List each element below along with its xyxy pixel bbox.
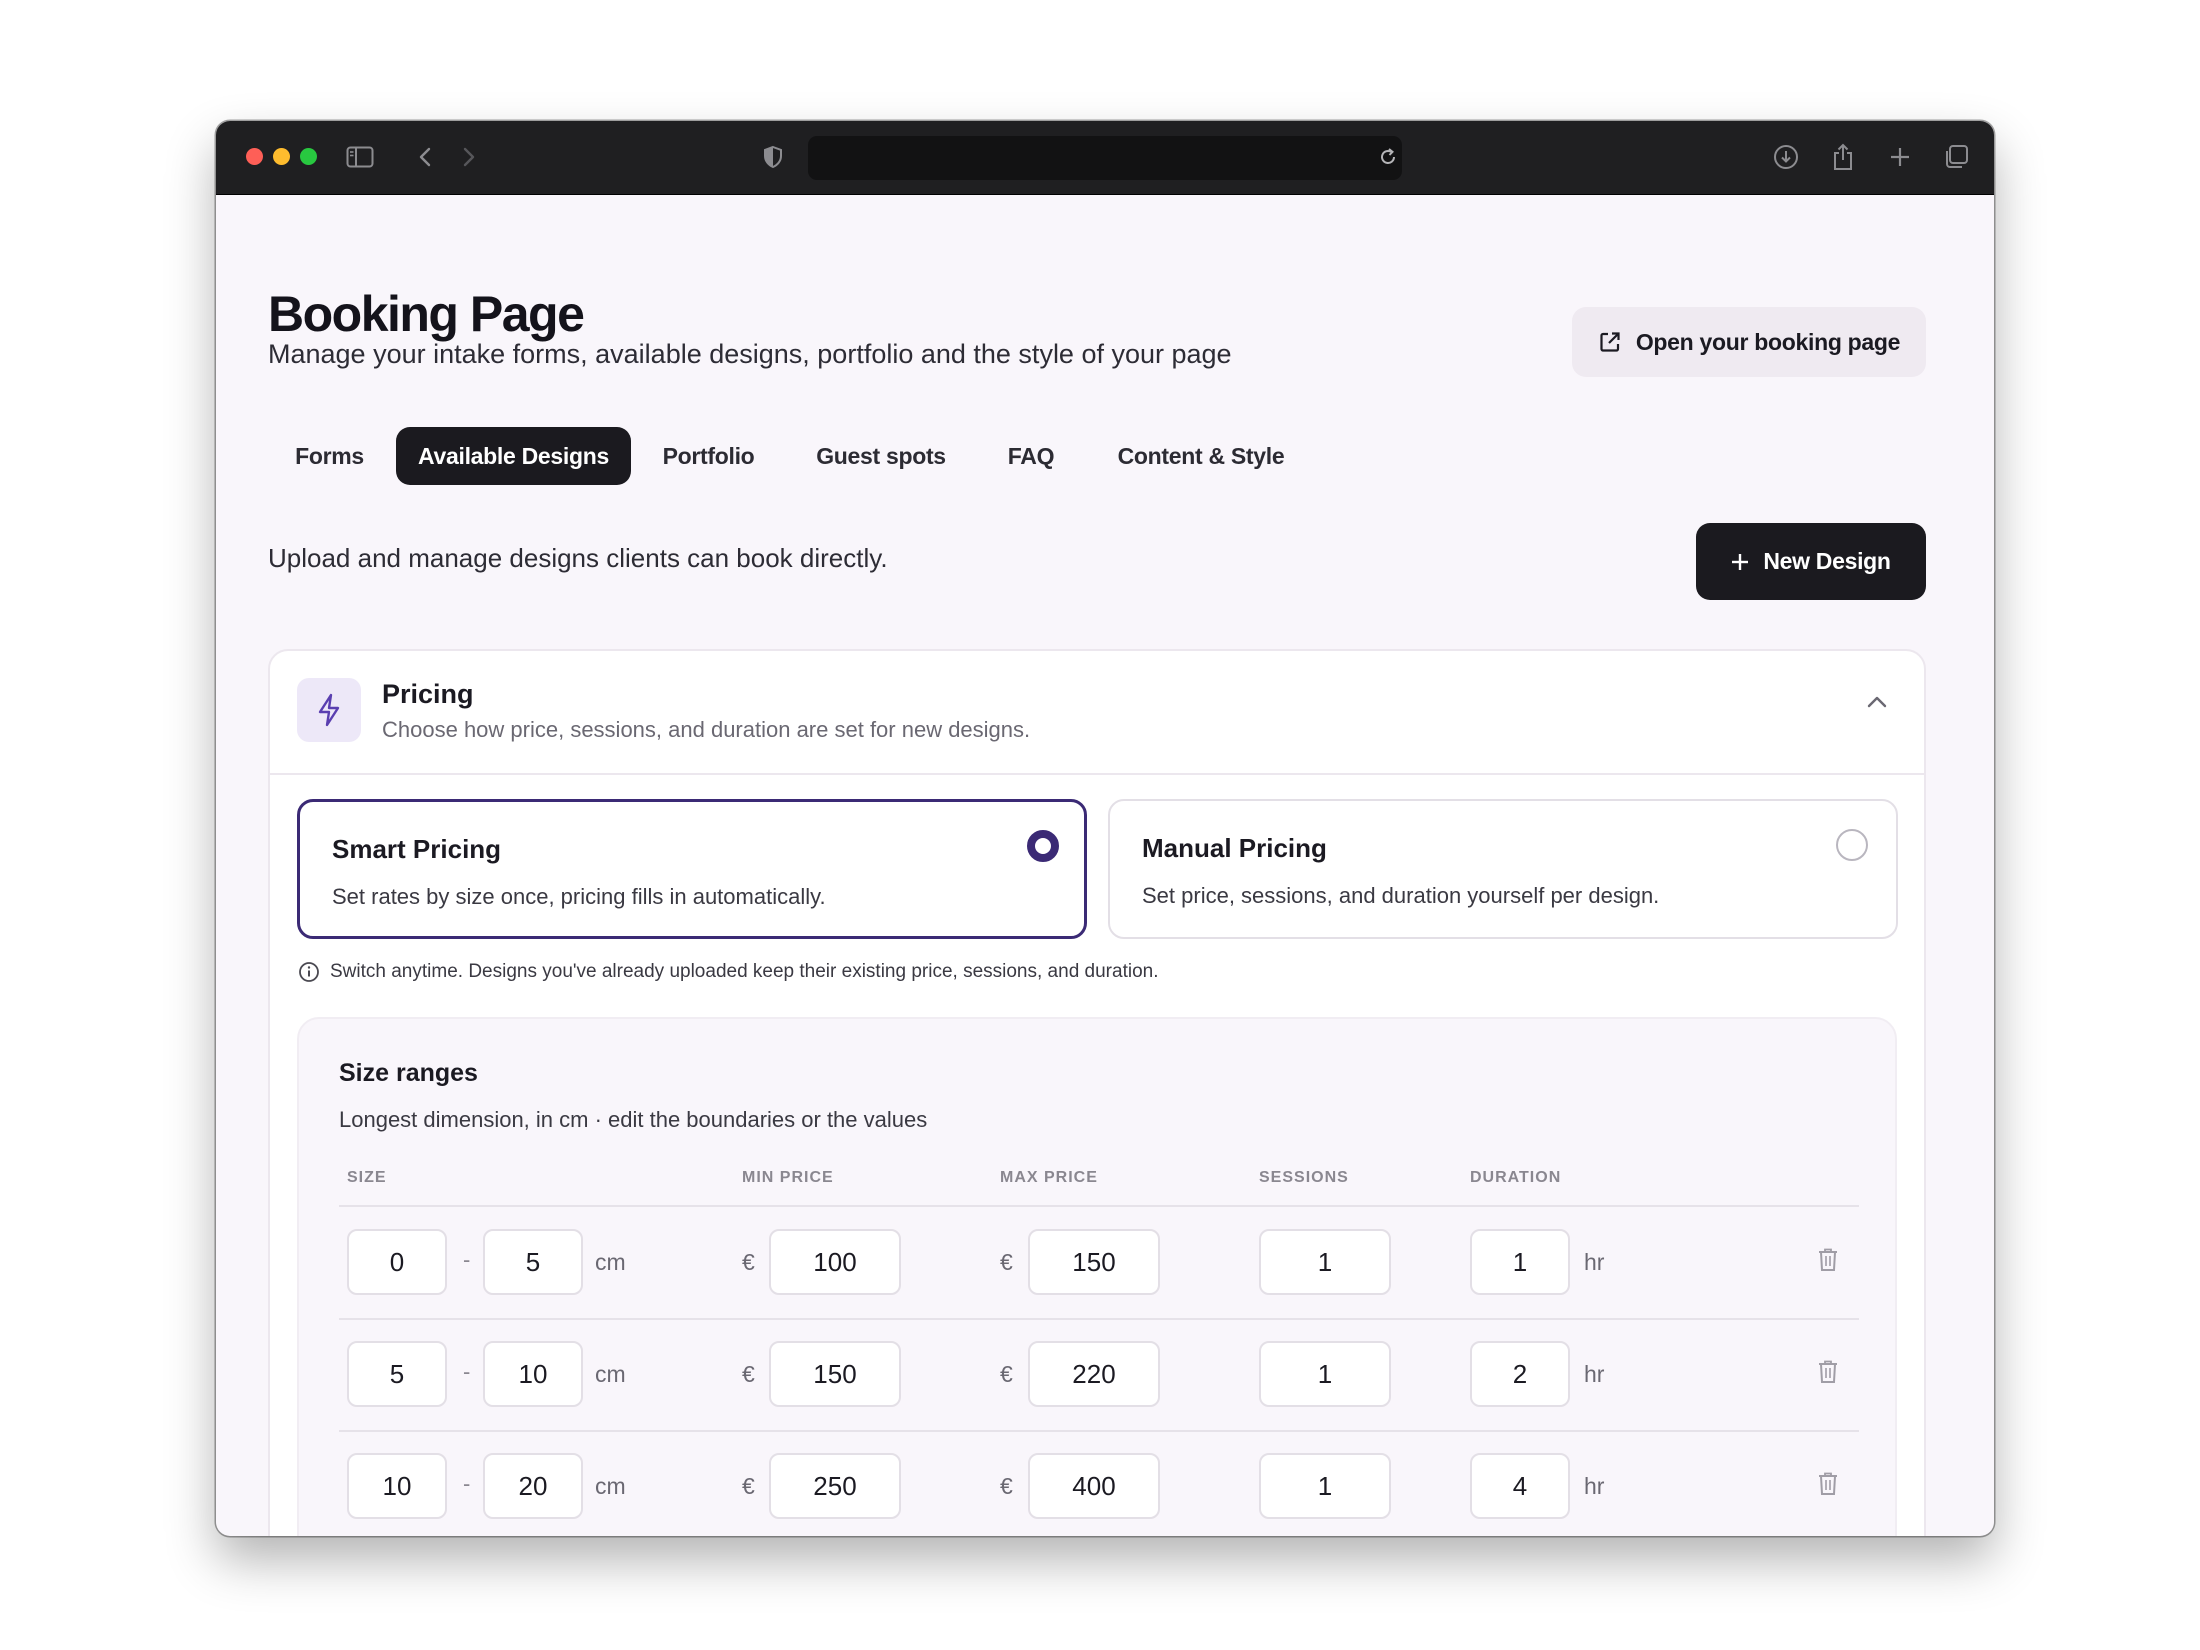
table-row: 0 - 5 cm € 100 € 150 1 1 hr (299, 1207, 1895, 1320)
max-price-input[interactable]: 220 (1028, 1341, 1160, 1407)
page-subtitle: Manage your intake forms, available desi… (268, 339, 1232, 369)
shield-icon[interactable] (758, 142, 788, 172)
sessions-input[interactable]: 1 (1259, 1453, 1391, 1519)
tab-portfolio[interactable]: Portfolio (631, 427, 786, 485)
forward-icon[interactable] (454, 142, 484, 172)
size-ranges-title: Size ranges (339, 1059, 478, 1087)
column-header-size: SIZE (347, 1169, 387, 1186)
plus-icon (1732, 553, 1749, 570)
minimize-window-button[interactable] (273, 148, 290, 165)
zoom-window-button[interactable] (300, 148, 317, 165)
back-icon[interactable] (410, 142, 440, 172)
smart-pricing-option[interactable]: Smart Pricing Set rates by size once, pr… (297, 799, 1087, 939)
currency-symbol: € (1000, 1473, 1013, 1499)
close-window-button[interactable] (246, 148, 263, 165)
tab-guest-spots[interactable]: Guest spots (786, 427, 976, 485)
currency-symbol: € (742, 1249, 755, 1275)
currency-symbol: € (1000, 1361, 1013, 1387)
new-design-button[interactable]: New Design (1696, 523, 1926, 600)
size-from-input[interactable]: 0 (347, 1229, 447, 1295)
tab-forms[interactable]: Forms (266, 427, 393, 485)
page-content: Booking Page Manage your intake forms, a… (216, 195, 1994, 1536)
min-price-input[interactable]: 150 (769, 1341, 901, 1407)
range-separator: - (463, 1471, 471, 1496)
duration-unit: hr (1584, 1249, 1605, 1275)
lightning-icon (297, 678, 361, 742)
min-price-input[interactable]: 100 (769, 1229, 901, 1295)
currency-symbol: € (742, 1473, 755, 1499)
tabs-overview-icon[interactable] (1941, 142, 1971, 172)
size-from-input[interactable]: 10 (347, 1453, 447, 1519)
column-header-duration: DURATION (1470, 1169, 1562, 1186)
new-design-label: New Design (1763, 548, 1891, 574)
section-description: Upload and manage designs clients can bo… (268, 543, 888, 573)
open-booking-page-label: Open your booking page (1635, 328, 1901, 355)
size-ranges-panel: Size ranges Longest dimension, in cm · e… (297, 1017, 1897, 1536)
pricing-subtitle: Choose how price, sessions, and duration… (382, 717, 1031, 742)
open-booking-page-button[interactable]: Open your booking page (1572, 307, 1926, 377)
page-title: Booking Page (268, 286, 585, 342)
manual-pricing-option[interactable]: Manual Pricing Set price, sessions, and … (1108, 799, 1898, 939)
browser-toolbar (216, 121, 1994, 195)
pricing-title: Pricing (382, 679, 474, 709)
min-price-input[interactable]: 250 (769, 1453, 901, 1519)
smart-pricing-radio[interactable] (1027, 830, 1059, 862)
duration-unit: hr (1584, 1361, 1605, 1387)
browser-window: Booking Page Manage your intake forms, a… (216, 121, 1994, 1536)
download-icon[interactable] (1771, 142, 1801, 172)
size-to-input[interactable]: 10 (483, 1341, 583, 1407)
tab-content-style[interactable]: Content & Style (1086, 427, 1316, 485)
table-row: 5 - 10 cm € 150 € 220 1 2 hr (299, 1319, 1895, 1432)
pricing-card: Pricing Choose how price, sessions, and … (268, 649, 1926, 1536)
sidebar-icon[interactable] (345, 142, 375, 172)
size-to-input[interactable]: 20 (483, 1453, 583, 1519)
duration-unit: hr (1584, 1473, 1605, 1499)
share-icon[interactable] (1828, 142, 1858, 172)
range-separator: - (463, 1359, 471, 1384)
manual-pricing-title: Manual Pricing (1142, 833, 1327, 863)
size-from-input[interactable]: 5 (347, 1341, 447, 1407)
new-tab-icon[interactable] (1885, 142, 1915, 172)
range-separator: - (463, 1247, 471, 1272)
tab-faq[interactable]: FAQ (976, 427, 1086, 485)
currency-symbol: € (1000, 1249, 1013, 1275)
pricing-note: Switch anytime. Designs you've already u… (298, 961, 1158, 983)
column-header-max-price: MAX PRICE (1000, 1169, 1098, 1186)
size-to-input[interactable]: 5 (483, 1229, 583, 1295)
manual-pricing-description: Set price, sessions, and duration yourse… (1142, 883, 1660, 908)
size-unit: cm (595, 1473, 626, 1499)
duration-input[interactable]: 4 (1470, 1453, 1570, 1519)
manual-pricing-radio[interactable] (1836, 829, 1868, 861)
chevron-up-icon[interactable] (1866, 695, 1888, 709)
info-icon (299, 962, 319, 982)
table-row: 10 - 20 cm € 250 € 400 1 4 hr (299, 1431, 1895, 1536)
size-unit: cm (595, 1361, 626, 1387)
address-bar[interactable] (808, 136, 1402, 180)
sessions-input[interactable]: 1 (1259, 1341, 1391, 1407)
external-link-icon (1600, 332, 1620, 352)
trash-icon[interactable] (1817, 1247, 1839, 1273)
max-price-input[interactable]: 150 (1028, 1229, 1160, 1295)
smart-pricing-title: Smart Pricing (332, 834, 502, 864)
tab-available-designs[interactable]: Available Designs (396, 427, 631, 485)
sessions-input[interactable]: 1 (1259, 1229, 1391, 1295)
column-header-sessions: SESSIONS (1259, 1169, 1349, 1186)
trash-icon[interactable] (1817, 1471, 1839, 1497)
currency-symbol: € (742, 1361, 755, 1387)
trash-icon[interactable] (1817, 1359, 1839, 1385)
duration-input[interactable]: 2 (1470, 1341, 1570, 1407)
reload-icon[interactable] (1373, 142, 1403, 172)
duration-input[interactable]: 1 (1470, 1229, 1570, 1295)
size-unit: cm (595, 1249, 626, 1275)
size-ranges-subtitle: Longest dimension, in cm · edit the boun… (339, 1107, 928, 1132)
column-header-min-price: MIN PRICE (742, 1169, 834, 1186)
pricing-header[interactable]: Pricing Choose how price, sessions, and … (270, 651, 1924, 775)
max-price-input[interactable]: 400 (1028, 1453, 1160, 1519)
pricing-note-text: Switch anytime. Designs you've already u… (330, 961, 1159, 982)
smart-pricing-description: Set rates by size once, pricing fills in… (332, 884, 826, 909)
